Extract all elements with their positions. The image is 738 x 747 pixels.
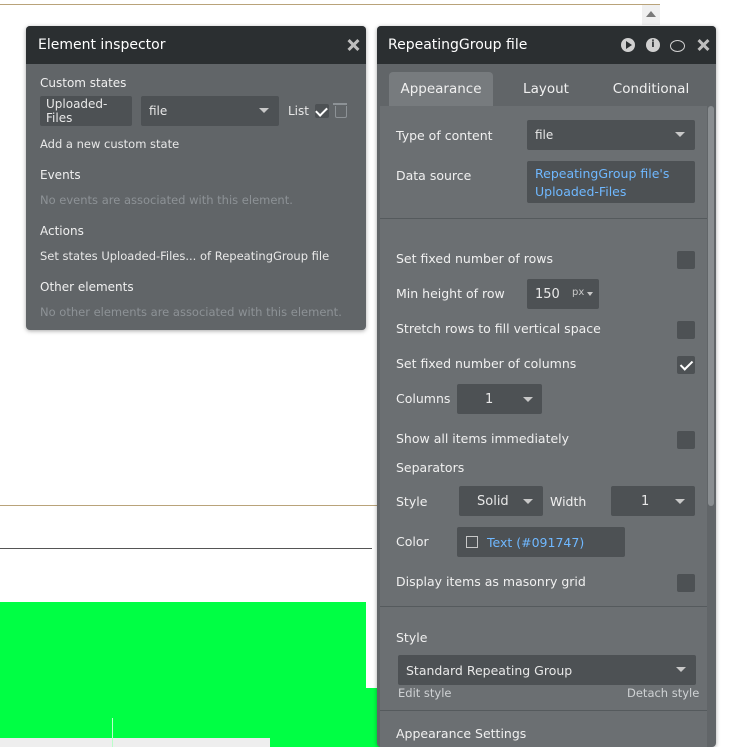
detach-style-link[interactable]: Detach style xyxy=(627,686,699,700)
columns-label: Columns xyxy=(396,391,451,406)
events-label: Events xyxy=(40,168,81,182)
close-icon[interactable] xyxy=(346,38,360,52)
fixed-columns-label: Set fixed number of columns xyxy=(396,356,577,371)
color-swatch[interactable] xyxy=(466,536,478,548)
add-custom-state-link[interactable]: Add a new custom state xyxy=(40,137,179,151)
chevron-down-icon xyxy=(675,132,685,137)
fixed-rows-checkbox[interactable] xyxy=(677,251,695,269)
min-height-label: Min height of row xyxy=(396,286,505,301)
editor-scrollbar[interactable] xyxy=(708,106,714,506)
custom-states-label: Custom states xyxy=(40,76,127,90)
canvas-guide-line xyxy=(112,718,113,747)
fixed-rows-label: Set fixed number of rows xyxy=(396,251,554,266)
show-all-checkbox[interactable] xyxy=(677,431,695,449)
events-empty-text: No events are associated with this eleme… xyxy=(40,193,293,207)
canvas-scrollbar[interactable] xyxy=(642,5,660,25)
show-all-label: Show all items immediately xyxy=(396,431,570,446)
masonry-label: Display items as masonry grid xyxy=(396,574,586,589)
separator-style-value: Solid xyxy=(477,493,509,509)
editor-title: RepeatingGroup file xyxy=(388,37,528,53)
stretch-rows-label: Stretch rows to fill vertical space xyxy=(396,321,601,336)
separator-width-value: 1 xyxy=(641,493,650,509)
separator-width-select[interactable]: 1 xyxy=(611,486,695,516)
separator-color-label: Color xyxy=(396,534,429,549)
separator-color-value: Text (#091747) xyxy=(487,534,585,550)
separators-label: Separators xyxy=(396,460,465,475)
inspector-header: Element inspector xyxy=(26,26,366,64)
element-inspector-panel: Element inspector Custom states Uploaded… xyxy=(26,26,366,330)
edit-style-link[interactable]: Edit style xyxy=(398,686,452,700)
columns-value: 1 xyxy=(485,391,494,407)
style-select[interactable]: Standard Repeating Group xyxy=(398,655,696,685)
scroll-up-icon[interactable] xyxy=(646,11,656,17)
state-name-input[interactable]: Uploaded-Files xyxy=(40,96,132,126)
state-type-select[interactable]: file xyxy=(141,96,279,126)
separator-width-label: Width xyxy=(550,494,587,509)
inspector-title: Element inspector xyxy=(38,37,166,53)
min-height-input[interactable]: 150 px xyxy=(527,279,599,309)
canvas-divider xyxy=(0,548,372,549)
tab-conditional[interactable]: Conditional xyxy=(601,72,701,106)
list-checkbox[interactable] xyxy=(315,104,329,118)
state-name-value: Uploaded-Files xyxy=(46,97,108,125)
stretch-rows-checkbox[interactable] xyxy=(677,321,695,339)
trash-icon[interactable] xyxy=(333,103,347,118)
chevron-down-icon xyxy=(523,499,533,504)
list-label: List xyxy=(288,104,309,118)
masonry-checkbox[interactable] xyxy=(677,574,695,592)
tab-appearance[interactable]: Appearance xyxy=(389,72,493,106)
section-divider xyxy=(380,710,707,711)
type-of-content-label: Type of content xyxy=(396,128,493,143)
property-editor-panel: RepeatingGroup file i Appearance Layout … xyxy=(377,26,716,747)
play-icon[interactable] xyxy=(621,38,635,52)
other-elements-empty-text: No other elements are associated with th… xyxy=(40,305,342,319)
editor-tabs: Appearance Layout Conditional xyxy=(377,64,716,106)
chevron-down-icon xyxy=(259,108,269,113)
separator-style-select[interactable]: Solid xyxy=(459,486,543,516)
data-source-expression[interactable]: RepeatingGroup file's Uploaded-Files xyxy=(527,161,695,203)
editor-header: RepeatingGroup file i xyxy=(377,26,716,64)
action-item[interactable]: Set states Uploaded-Files... of Repeatin… xyxy=(40,249,329,263)
tab-layout[interactable]: Layout xyxy=(505,72,587,106)
fixed-columns-checkbox[interactable] xyxy=(677,356,695,374)
chevron-down-icon xyxy=(587,292,593,296)
columns-select[interactable]: 1 xyxy=(457,384,542,414)
actions-label: Actions xyxy=(40,224,84,238)
min-height-value: 150 xyxy=(535,286,560,302)
close-icon[interactable] xyxy=(696,38,710,52)
separator-style-label: Style xyxy=(396,494,428,509)
data-source-label: Data source xyxy=(396,168,472,183)
section-divider xyxy=(380,218,707,219)
appearance-settings-label: Appearance Settings xyxy=(396,726,527,741)
section-divider xyxy=(380,606,707,607)
type-of-content-select[interactable]: file xyxy=(527,120,695,150)
chevron-down-icon xyxy=(675,499,685,504)
style-section-label: Style xyxy=(396,630,428,645)
chevron-down-icon xyxy=(676,667,686,672)
other-elements-label: Other elements xyxy=(40,280,134,294)
canvas-grey-strip xyxy=(0,738,270,747)
unit-select[interactable]: px xyxy=(572,287,584,298)
info-icon[interactable]: i xyxy=(646,38,660,52)
type-of-content-value: file xyxy=(535,128,554,142)
chevron-down-icon xyxy=(523,397,533,402)
style-select-value: Standard Repeating Group xyxy=(406,662,573,678)
comment-icon[interactable] xyxy=(670,40,685,52)
canvas-green-element-2[interactable] xyxy=(270,688,380,747)
state-type-value: file xyxy=(149,104,168,118)
separator-color-picker[interactable]: Text (#091747) xyxy=(457,527,625,557)
